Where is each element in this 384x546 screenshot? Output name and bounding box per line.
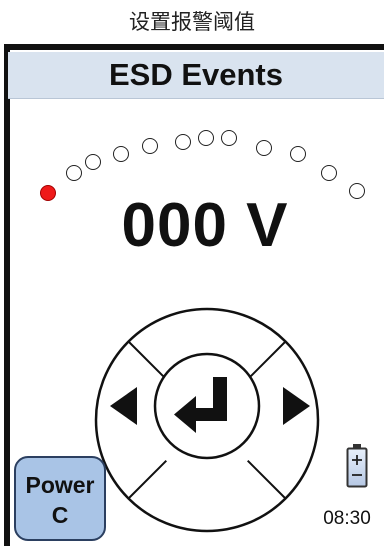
- voltage-readout: 000 V: [121, 191, 289, 260]
- clock: 08:30: [323, 508, 371, 529]
- navigation-pad-graphic: [94, 307, 320, 533]
- power-button-label: Power: [25, 472, 95, 498]
- navigation-pad[interactable]: [92, 305, 322, 535]
- power-button-sublabel: C: [51, 502, 69, 528]
- enter-button[interactable]: [153, 352, 261, 460]
- page-title: ESD Events: [108, 57, 283, 92]
- window-caption: 设置报警阈值: [129, 10, 255, 34]
- power-button[interactable]: Power C: [14, 456, 106, 541]
- battery-icon: [346, 444, 368, 488]
